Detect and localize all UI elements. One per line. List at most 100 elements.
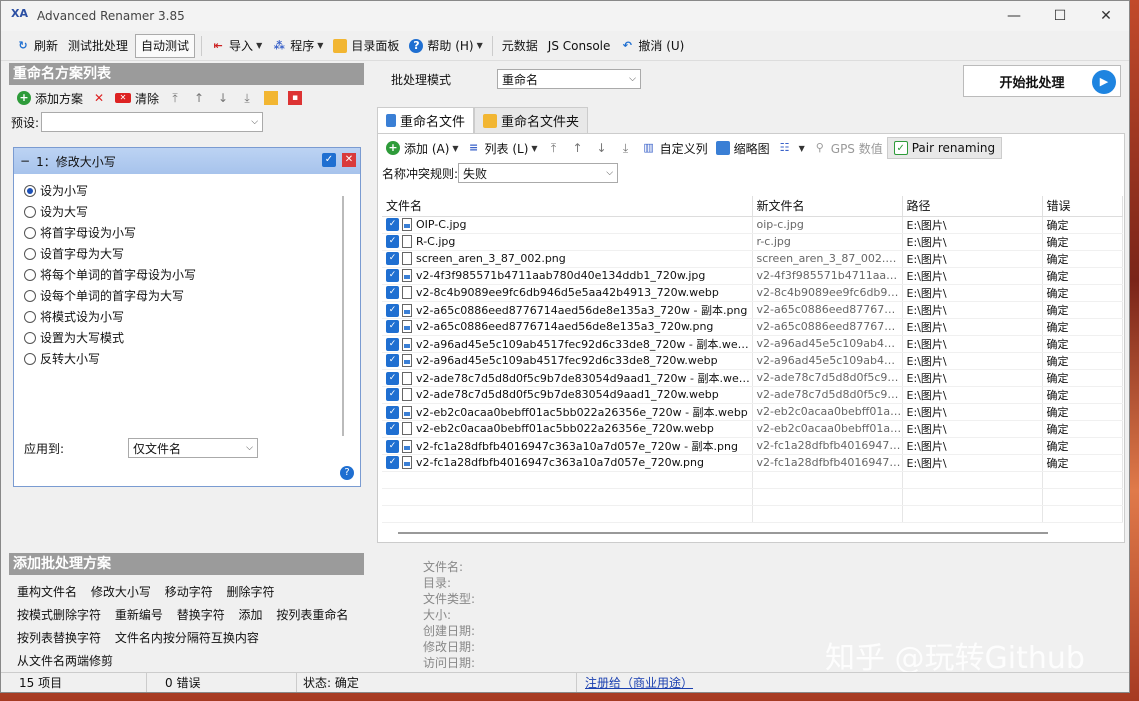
method-enabled-checkbox[interactable]: ✓ bbox=[322, 153, 336, 167]
method-link[interactable]: 按列表替换字符 bbox=[17, 631, 101, 645]
table-row[interactable]: ✓ v2-eb2c0acaa0bebff01ac5bb022a26356e_720… bbox=[382, 403, 1123, 421]
table-row[interactable]: ✓ OIP-C.jpg oip-c.jpg E:\图片\ 确定 bbox=[382, 216, 1123, 234]
preset-select[interactable]: ⌵ bbox=[41, 112, 264, 132]
add-method-button[interactable]: + 添加方案 bbox=[13, 90, 87, 107]
option-invert-case[interactable]: 反转大小写 bbox=[24, 348, 360, 369]
row-checkbox[interactable]: ✓ bbox=[386, 235, 399, 249]
row-checkbox[interactable]: ✓ bbox=[386, 286, 399, 300]
conflict-rule-select[interactable]: 失败 ⌵ bbox=[458, 163, 619, 183]
column-header-error[interactable]: 错误 bbox=[1042, 196, 1123, 217]
refresh-button[interactable]: ↻ 刷新 bbox=[11, 34, 63, 58]
method-link[interactable]: 替换字符 bbox=[177, 608, 225, 622]
table-row[interactable]: ✓ v2-ade78c7d5d8d0f5c9b7de83054d9aad1_720… bbox=[382, 369, 1123, 387]
row-checkbox[interactable]: ✓ bbox=[386, 218, 399, 232]
method-link[interactable]: 按列表重命名 bbox=[276, 608, 348, 622]
test-batch-button[interactable]: 测试批处理 bbox=[63, 34, 133, 58]
row-checkbox[interactable]: ✓ bbox=[386, 422, 399, 436]
row-checkbox[interactable]: ✓ bbox=[386, 354, 399, 368]
row-checkbox[interactable]: ✓ bbox=[386, 440, 399, 453]
table-row[interactable]: ✓ v2-8c4b9089ee9fc6db946d5e5aa42b4913_720… bbox=[382, 284, 1123, 302]
apply-to-select[interactable]: 仅文件名 ⌵ bbox=[128, 438, 258, 458]
table-row[interactable]: ✓ v2-a96ad45e5c109ab4517fec92d6c33de8_720… bbox=[382, 352, 1123, 370]
start-batch-button[interactable]: 开始批处理 ▶ bbox=[963, 65, 1121, 97]
auto-test-toggle[interactable]: 自动测试 bbox=[135, 33, 196, 58]
column-header-filename[interactable]: 文件名 bbox=[382, 196, 753, 217]
clear-button[interactable]: ✕ 清除 bbox=[111, 90, 163, 107]
open-folder-icon[interactable] bbox=[264, 91, 279, 105]
method-link[interactable]: 从文件名两端修剪 bbox=[17, 654, 113, 668]
option-word-upper[interactable]: 设每个单词的首字母为大写 bbox=[24, 285, 360, 306]
js-console-button[interactable]: JS Console bbox=[543, 34, 616, 58]
dir-panel-button[interactable]: 目录面板 bbox=[328, 34, 404, 58]
move-top-icon[interactable]: ⤒ bbox=[547, 141, 561, 155]
method-link[interactable]: 删除字符 bbox=[227, 585, 275, 599]
row-checkbox[interactable]: ✓ bbox=[386, 372, 399, 385]
thumbnails-button[interactable]: 缩略图 bbox=[712, 140, 774, 157]
table-row[interactable]: ✓ v2-a65c0886eed8776714aed56de8e135a3_720… bbox=[382, 318, 1123, 336]
table-row[interactable]: ✓ v2-fc1a28dfbfb4016947c363a10a7d057e_720… bbox=[382, 454, 1123, 472]
table-row[interactable]: ✓ v2-a96ad45e5c109ab4517fec92d6c33de8_720… bbox=[382, 335, 1123, 353]
row-checkbox[interactable]: ✓ bbox=[386, 252, 399, 266]
program-menu[interactable]: ⁂ 程序 ▼ bbox=[267, 34, 328, 58]
help-menu[interactable]: ? 帮助 (H) ▼ bbox=[404, 34, 487, 58]
horizontal-scrollbar[interactable] bbox=[398, 532, 1048, 534]
delete-icon[interactable]: ✕ bbox=[92, 91, 106, 105]
metadata-button[interactable]: 元数据 bbox=[497, 34, 543, 58]
row-checkbox[interactable]: ✓ bbox=[386, 338, 399, 351]
column-header-newname[interactable]: 新文件名 bbox=[752, 196, 903, 217]
row-checkbox[interactable]: ✓ bbox=[386, 304, 399, 317]
method-link[interactable]: 重构文件名 bbox=[17, 585, 77, 599]
method-link[interactable]: 文件名内按分隔符互换内容 bbox=[115, 631, 259, 645]
method-link[interactable]: 修改大小写 bbox=[91, 585, 151, 599]
table-row[interactable]: ✓ screen_aren_3_87_002.png screen_aren_3_8… bbox=[382, 250, 1123, 268]
method-link[interactable]: 添加 bbox=[239, 608, 263, 622]
maximize-button[interactable]: ☐ bbox=[1037, 1, 1083, 31]
move-down-icon[interactable]: ↓ bbox=[216, 91, 230, 105]
minimize-button[interactable]: — bbox=[991, 1, 1037, 31]
method-header[interactable]: − 1：修改大小写 ✓ ✕ bbox=[14, 148, 360, 174]
row-checkbox[interactable]: ✓ bbox=[386, 320, 399, 334]
save-icon[interactable]: ▪ bbox=[288, 91, 303, 105]
license-link[interactable]: 注册给（商业用途） bbox=[577, 674, 693, 691]
tab-rename-files[interactable]: 重命名文件 bbox=[377, 107, 475, 133]
method-scrollbar[interactable] bbox=[342, 196, 344, 436]
column-header-path[interactable]: 路径 bbox=[902, 196, 1043, 217]
help-icon[interactable]: ? bbox=[340, 466, 354, 480]
table-row[interactable]: ✓ v2-ade78c7d5d8d0f5c9b7de83054d9aad1_720… bbox=[382, 386, 1123, 404]
option-lowercase[interactable]: 设为小写 bbox=[24, 180, 360, 201]
row-checkbox[interactable]: ✓ bbox=[386, 406, 399, 419]
option-pattern-lower[interactable]: 将模式设为小写 bbox=[24, 306, 360, 327]
method-link[interactable]: 移动字符 bbox=[165, 585, 213, 599]
import-menu[interactable]: ⇤ 导入 ▼ bbox=[206, 34, 267, 58]
table-row[interactable]: ✓ v2-eb2c0acaa0bebff01ac5bb022a26356e_720… bbox=[382, 420, 1123, 438]
batch-mode-select[interactable]: 重命名 ⌵ bbox=[497, 69, 641, 89]
move-up-icon[interactable]: ↑ bbox=[192, 91, 206, 105]
option-first-lower[interactable]: 将首字母设为小写 bbox=[24, 222, 360, 243]
table-row[interactable]: ✓ v2-4f3f985571b4711aab780d40e134ddb1_720… bbox=[382, 267, 1123, 285]
table-row[interactable]: ✓ v2-a65c0886eed8776714aed56de8e135a3_720… bbox=[382, 301, 1123, 319]
move-top-icon[interactable]: ⤒ bbox=[168, 91, 182, 105]
custom-columns-button[interactable]: ▥ 自定义列 bbox=[638, 140, 712, 157]
tab-rename-folders[interactable]: 重命名文件夹 bbox=[474, 107, 589, 133]
option-uppercase[interactable]: 设为大写 bbox=[24, 201, 360, 222]
gps-values-button[interactable]: ⚲ GPS 数值 bbox=[809, 140, 887, 157]
row-checkbox[interactable]: ✓ bbox=[386, 388, 399, 402]
move-bottom-icon[interactable]: ⤓ bbox=[240, 91, 254, 105]
method-link[interactable]: 重新编号 bbox=[115, 608, 163, 622]
list-menu[interactable]: ≡ 列表 (L) ▼ bbox=[463, 140, 542, 157]
pair-renaming-toggle[interactable]: ✓ Pair renaming bbox=[886, 137, 1003, 159]
add-files-menu[interactable]: + 添加 (A) ▼ bbox=[382, 140, 463, 157]
move-bottom-icon[interactable]: ⤓ bbox=[619, 141, 633, 155]
table-row[interactable]: ✓ R-C.jpg r-c.jpg E:\图片\ 确定 bbox=[382, 233, 1123, 251]
move-down-icon[interactable]: ↓ bbox=[595, 141, 609, 155]
option-pattern-upper[interactable]: 设置为大写模式 bbox=[24, 327, 360, 348]
remove-method-icon[interactable]: ✕ bbox=[342, 153, 356, 167]
option-word-lower[interactable]: 将每个单词的首字母设为小写 bbox=[24, 264, 360, 285]
option-first-upper[interactable]: 设首字母为大写 bbox=[24, 243, 360, 264]
row-checkbox[interactable]: ✓ bbox=[386, 269, 399, 283]
undo-button[interactable]: ↶ 撤消 (U) bbox=[615, 34, 689, 58]
row-checkbox[interactable]: ✓ bbox=[386, 456, 399, 470]
table-row[interactable]: ✓ v2-fc1a28dfbfb4016947c363a10a7d057e_720… bbox=[382, 437, 1123, 455]
move-up-icon[interactable]: ↑ bbox=[571, 141, 585, 155]
method-link[interactable]: 按模式删除字符 bbox=[17, 608, 101, 622]
